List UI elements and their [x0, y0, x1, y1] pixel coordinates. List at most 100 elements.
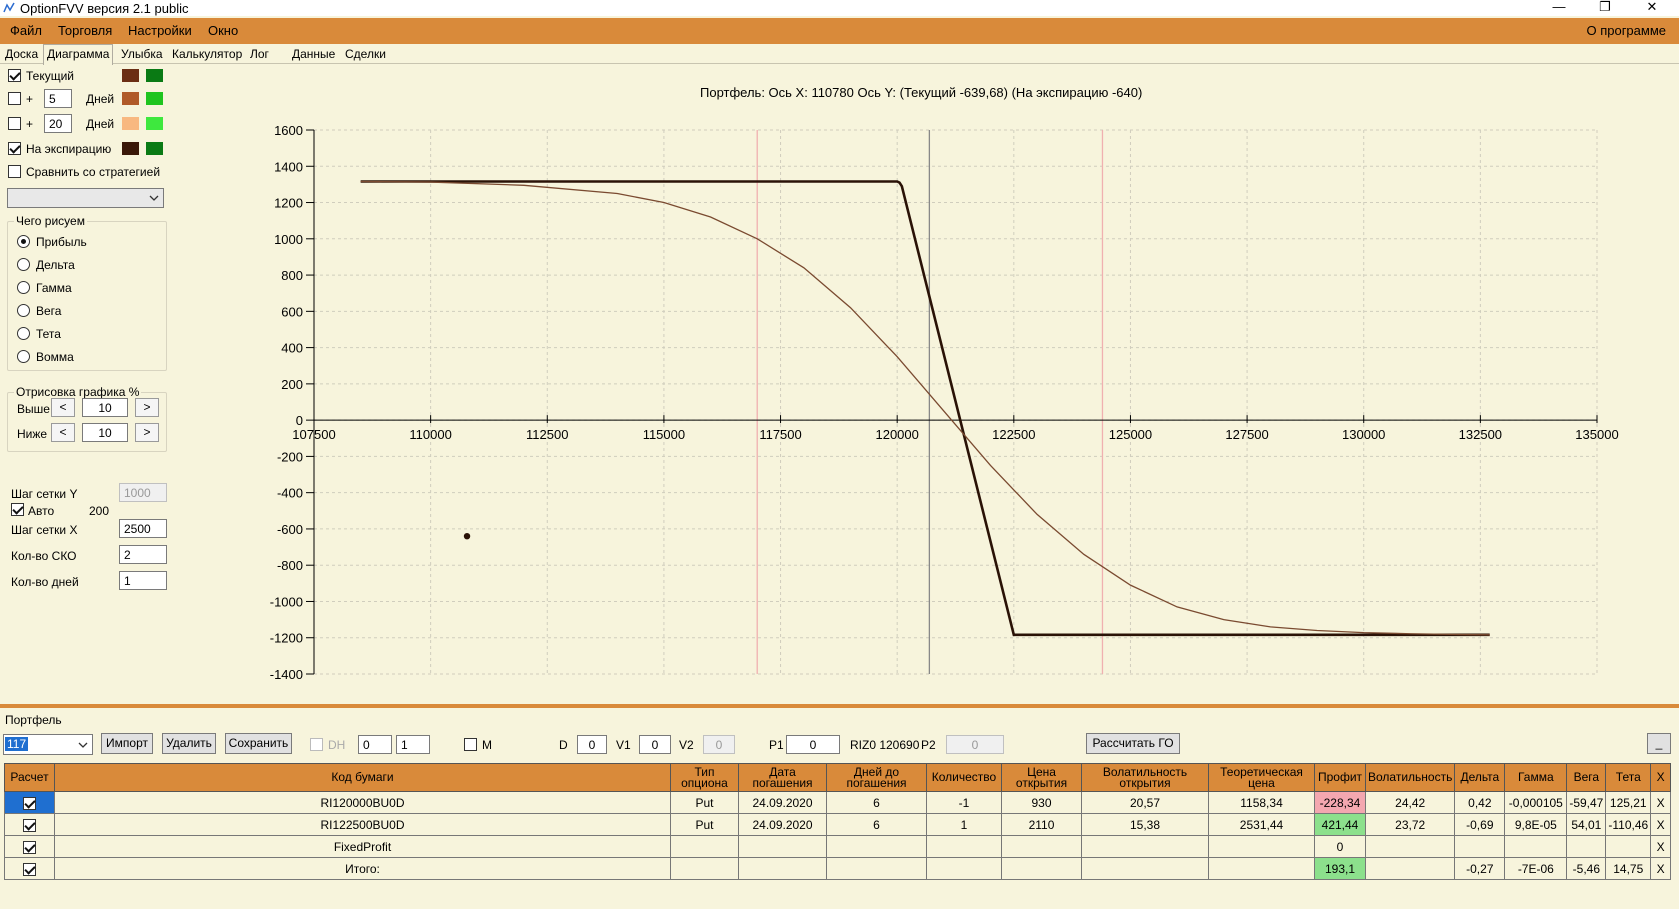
cell-delta: 0,42 — [1454, 791, 1506, 814]
header-theta[interactable]: Тета — [1605, 763, 1652, 792]
cell-delta — [1454, 835, 1506, 858]
row-calc-checkbox[interactable] — [23, 818, 36, 832]
cell-open-volatility: 15,38 — [1081, 813, 1209, 836]
x-tick-label: 122500 — [992, 427, 1035, 442]
cell-profit[interactable]: 0 — [1314, 835, 1366, 858]
save-button[interactable]: Сохранить — [225, 733, 292, 754]
dh-spinner-1[interactable] — [358, 735, 392, 754]
y-tick-label: 1200 — [274, 196, 303, 211]
cell-theta: -110,46 — [1605, 813, 1652, 836]
cell-profit: -228,34 — [1314, 791, 1366, 814]
cell-quantity[interactable]: -1 — [926, 791, 1002, 814]
cell-open-price — [1001, 835, 1082, 858]
calc-cell[interactable] — [4, 835, 55, 858]
calc-margin-button[interactable]: Рассчитать ГО — [1086, 733, 1180, 754]
header-delta[interactable]: Дельта — [1454, 763, 1506, 792]
header-option-type[interactable]: Тип опциона — [670, 763, 739, 792]
cell-option-type — [670, 835, 739, 858]
row-calc-checkbox[interactable] — [23, 796, 36, 810]
current-profit-line — [360, 180, 1490, 636]
y-tick-label: -1200 — [270, 631, 303, 646]
profit-chart[interactable]: 1600 1400 1200 1000 800 600 400 200 0 -200 -400 -60… — [0, 0, 1679, 700]
delete-button[interactable]: Удалить — [162, 733, 216, 754]
cell-theta: 14,75 — [1605, 857, 1652, 880]
x-tick-label: 127500 — [1225, 427, 1268, 442]
y-tick-label: 200 — [281, 377, 303, 392]
portfolio-label: Портфель — [5, 713, 62, 727]
y-tick-label: 1000 — [274, 232, 303, 247]
header-expiry-date[interactable]: Дата погашения — [738, 763, 827, 792]
cell-theoretical-price — [1208, 857, 1315, 880]
d-input[interactable] — [577, 735, 607, 754]
remove-row-button[interactable]: X — [1650, 813, 1672, 836]
row-calc-checkbox[interactable] — [23, 840, 36, 854]
cell-volatility: 23,72 — [1364, 813, 1456, 836]
cell-open-volatility — [1081, 857, 1209, 880]
cell-code: FixedProfit — [54, 835, 671, 858]
cell-profit: 421,44 — [1314, 813, 1366, 836]
header-volatility[interactable]: Волатильность — [1364, 763, 1456, 792]
header-code[interactable]: Код бумаги — [54, 763, 671, 792]
remove-row-button[interactable]: X — [1650, 835, 1672, 858]
remove-row-button[interactable]: X — [1650, 791, 1672, 814]
cell-vega: -5,46 — [1566, 857, 1607, 880]
cursor-point-marker — [463, 532, 471, 540]
table-row[interactable]: FixedProfit 0 X — [4, 835, 1672, 858]
cell-days — [826, 857, 927, 880]
p2-label: P2 — [921, 738, 936, 752]
cell-vega: 54,01 — [1566, 813, 1607, 836]
panel-splitter[interactable] — [0, 704, 1679, 708]
calc-cell[interactable] — [4, 813, 55, 836]
cell-delta: -0,27 — [1454, 857, 1506, 880]
cell-code: Итого: — [54, 857, 671, 880]
cell-open-price[interactable]: 930 — [1001, 791, 1082, 814]
cell-open-volatility — [1081, 835, 1209, 858]
v1-input[interactable] — [639, 735, 671, 754]
cell-quantity — [926, 857, 1002, 880]
m-checkbox[interactable] — [464, 738, 477, 751]
portfolio-select[interactable]: 117 — [3, 734, 93, 755]
cell-option-type: Put — [670, 813, 739, 836]
table-header-row: Расчет Код бумаги Тип опциона Дата погаш… — [4, 763, 1672, 792]
header-gamma[interactable]: Гамма — [1504, 763, 1568, 792]
y-tick-label: 400 — [281, 341, 303, 356]
header-open-price[interactable]: Цена открытия — [1001, 763, 1082, 792]
x-tick-label: 120000 — [875, 427, 918, 442]
d-label: D — [559, 738, 568, 752]
y-tick-label: 600 — [281, 304, 303, 319]
import-button[interactable]: Импорт — [101, 733, 153, 754]
cell-gamma: 9,8E-05 — [1504, 813, 1568, 836]
remove-row-button[interactable]: X — [1650, 857, 1672, 880]
header-days-to-expiry[interactable]: Дней до погашения — [826, 763, 927, 792]
cell-open-price[interactable]: 2110 — [1001, 813, 1082, 836]
header-vega[interactable]: Вега — [1566, 763, 1607, 792]
table-row[interactable]: RI122500BU0D Put 24.09.2020 6 1 2110 15,… — [4, 813, 1672, 836]
header-theoretical-price[interactable]: Теоретическая цена — [1208, 763, 1315, 792]
collapse-button[interactable]: _ — [1647, 733, 1671, 754]
x-tick-label: 117500 — [759, 427, 801, 442]
calc-cell[interactable] — [4, 857, 55, 880]
cell-quantity[interactable]: 1 — [926, 813, 1002, 836]
cell-expiry-date: 24.09.2020 — [738, 813, 827, 836]
y-tick-label: -1400 — [270, 667, 303, 682]
y-tick-label: -200 — [277, 449, 303, 464]
row-calc-checkbox[interactable] — [23, 862, 36, 876]
cell-theoretical-price: 2531,44 — [1208, 813, 1315, 836]
cell-theta — [1605, 835, 1652, 858]
cell-gamma — [1504, 835, 1568, 858]
header-quantity[interactable]: Количество — [926, 763, 1002, 792]
x-tick-label: 112500 — [526, 427, 568, 442]
table-row[interactable]: RI120000BU0D Put 24.09.2020 6 -1 930 20,… — [4, 791, 1672, 814]
dh-checkbox[interactable] — [310, 738, 323, 751]
calc-cell[interactable] — [4, 791, 55, 814]
header-profit[interactable]: Профит — [1314, 763, 1366, 792]
v1-label: V1 — [616, 738, 631, 752]
y-tick-label: -1000 — [270, 594, 303, 609]
y-tick-label: -800 — [277, 558, 303, 573]
dh-spinner-2[interactable] — [396, 735, 430, 754]
p1-input[interactable] — [786, 735, 840, 754]
instrument-label: RIZ0 120690 — [850, 738, 920, 752]
positions-table: Расчет Код бумаги Тип опциона Дата погаш… — [4, 763, 1672, 880]
header-calc[interactable]: Расчет — [4, 763, 55, 792]
header-open-volatility[interactable]: Волатильность открытия — [1081, 763, 1209, 792]
